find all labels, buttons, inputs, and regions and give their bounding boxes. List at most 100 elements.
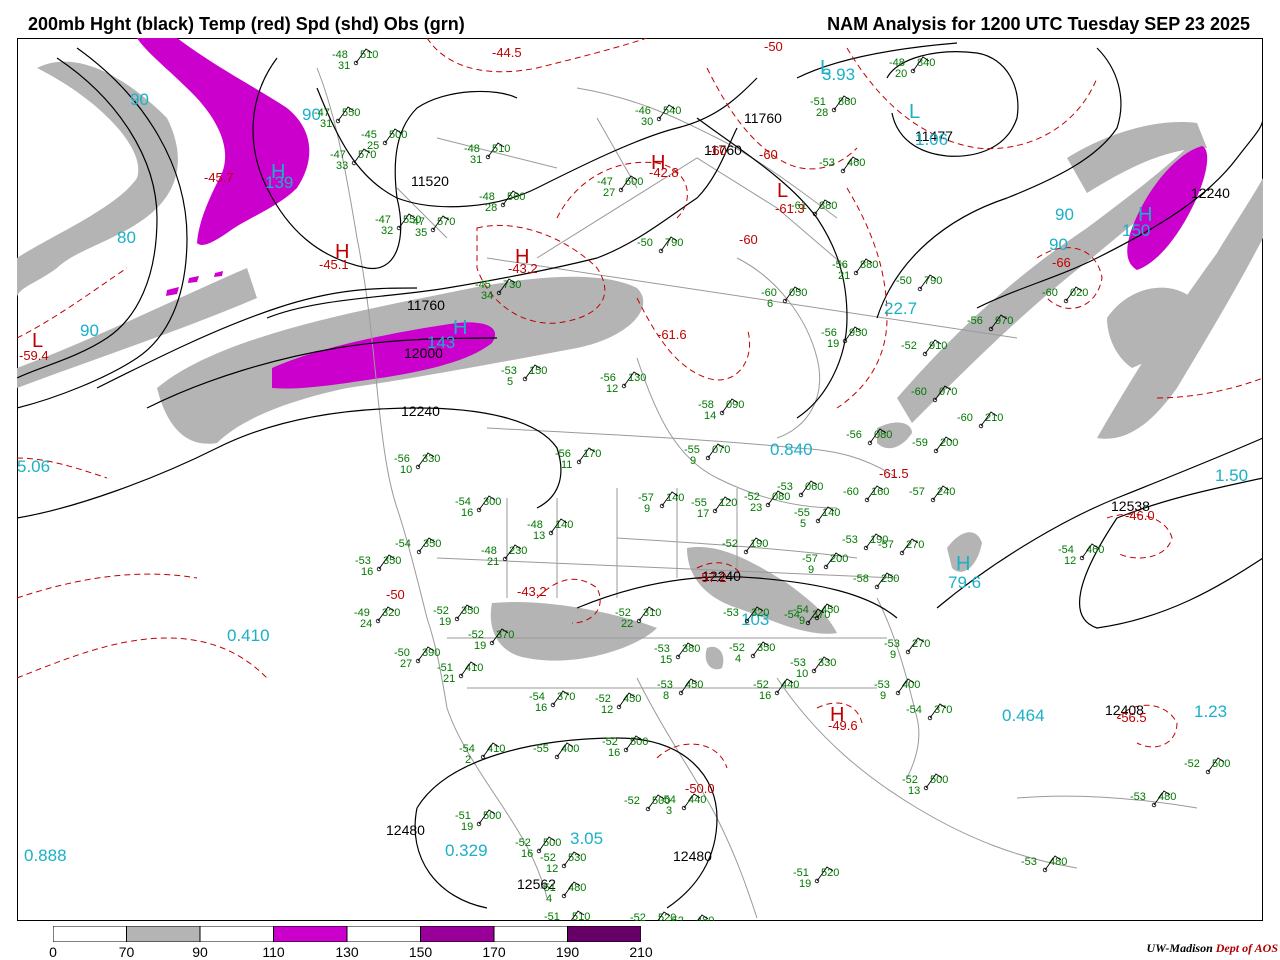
obs-temperature: -51: [544, 911, 560, 921]
obs-dewpoint: 16: [608, 747, 620, 759]
obs-dewpoint: 31: [320, 118, 332, 130]
obs-dewpoint: 2: [465, 754, 471, 766]
colorbar-tick-label: 190: [555, 944, 580, 960]
obs-dewpoint: 21: [443, 673, 455, 685]
temperature-contour-label: -46.0: [1125, 508, 1155, 523]
obs-dewpoint: 19: [439, 616, 451, 628]
obs-dewpoint: 9: [890, 649, 896, 661]
colorbar-segment: [346, 926, 421, 942]
obs-temperature: -53: [777, 481, 793, 493]
speed-label: 90: [1055, 205, 1074, 224]
obs-dewpoint: 4: [735, 653, 741, 665]
obs-temperature: -52: [1184, 758, 1200, 770]
temperature-contour-label: -44.5: [492, 45, 522, 60]
speed-label: 1.23: [1194, 702, 1227, 721]
height-contour-label: 11760: [744, 110, 782, 126]
obs-temperature: -57: [878, 539, 894, 551]
obs-dewpoint: 12: [601, 704, 613, 716]
weather-map: 1152011760117601176012000122401224012240…: [17, 38, 1263, 921]
pressure-center-h: H: [271, 161, 285, 183]
pressure-center-l: L: [820, 57, 831, 79]
obs-dewpoint: 19: [474, 640, 486, 652]
temperature-contour-label: -56.5: [1117, 710, 1147, 725]
obs-dewpoint: 19: [799, 878, 811, 890]
speed-label: 143: [427, 333, 455, 352]
obs-temperature: -52: [722, 538, 738, 550]
credit-org: UW-Madison: [1146, 941, 1213, 955]
obs-temperature: -60: [843, 486, 859, 498]
obs-dewpoint: 3: [666, 805, 672, 817]
obs-dewpoint: 16: [535, 702, 547, 714]
speed-label: 5.06: [17, 457, 50, 476]
temperature-contour-label: -50: [386, 587, 405, 602]
credit-line: UW-Madison Dept of AOS: [1147, 941, 1278, 956]
obs-dewpoint: 6: [767, 298, 773, 310]
speed-label: 0.888: [24, 846, 67, 865]
map-title-left: 200mb Hght (black) Temp (red) Spd (shd) …: [28, 14, 465, 34]
colorbar-segment: [420, 926, 495, 942]
obs-dewpoint: 5: [507, 376, 513, 388]
obs-temperature: -60: [911, 386, 927, 398]
pressure-center-h: H: [335, 241, 349, 263]
pressure-center-l: L: [32, 330, 43, 352]
obs-dewpoint: 28: [816, 107, 828, 119]
colorbar-tick-label: 70: [118, 944, 135, 960]
temperature-contour-label: -61.6: [657, 327, 687, 342]
colorbar-segment: [493, 926, 568, 942]
pressure-center-l: L: [777, 180, 788, 202]
height-contour-label: 11760: [407, 297, 445, 313]
height-contour-label: 12240: [401, 403, 440, 419]
obs-dewpoint: 19: [461, 821, 473, 833]
speed-label: 90: [130, 90, 149, 109]
obs-dewpoint: 9: [808, 564, 814, 576]
temperature-contour-label: -66: [1052, 255, 1071, 270]
credit-dept: Dept of AOS: [1215, 941, 1278, 955]
obs-dewpoint: 16: [759, 690, 771, 702]
obs-dewpoint: 27: [603, 187, 615, 199]
temperature-contour-label: -45.7: [204, 170, 234, 185]
colorbar-tick-label: 150: [408, 944, 433, 960]
speed-colorbar: [53, 926, 641, 942]
obs-dewpoint: 28: [485, 202, 497, 214]
obs-dewpoint: 35: [415, 227, 427, 239]
obs-temperature: -59: [912, 437, 928, 449]
colorbar-segment: [126, 926, 201, 942]
obs-dewpoint: 13: [908, 785, 920, 797]
obs-temperature: -55: [533, 743, 549, 755]
obs-dewpoint: 30: [641, 116, 653, 128]
obs-temperature: -54: [906, 704, 922, 716]
obs-dewpoint: 23: [750, 502, 762, 514]
obs-temperature: -52: [630, 912, 646, 921]
speed-label: 0.840: [770, 440, 813, 459]
colorbar-segment: [199, 926, 274, 942]
obs-dewpoint: 5: [800, 518, 806, 530]
obs-dewpoint: 31: [470, 154, 482, 166]
obs-dewpoint: 11: [561, 459, 572, 471]
obs-temperature: -56: [846, 429, 862, 441]
speed-label: 22.7: [884, 299, 917, 318]
obs-dewpoint: 27: [400, 658, 412, 670]
obs-dewpoint: 10: [400, 464, 412, 476]
obs-dewpoint: 14: [704, 410, 716, 422]
obs-dewpoint: 31: [338, 60, 350, 72]
obs-dewpoint: 21: [838, 270, 850, 282]
pressure-center-h: H: [830, 704, 844, 726]
pressure-center-h: H: [1138, 204, 1152, 226]
obs-dewpoint: 21: [487, 556, 499, 568]
pressure-center-l: L: [909, 101, 920, 123]
obs-dewpoint: 34: [481, 290, 493, 302]
pressure-center-h: H: [453, 317, 467, 339]
temperature-contour-label: -43.2: [517, 584, 547, 599]
height-contour-label: 12480: [386, 822, 425, 838]
obs-dewpoint: 4: [546, 893, 552, 905]
obs-temperature: -53: [723, 607, 739, 619]
obs-temperature: -52: [668, 915, 684, 921]
speed-label: 1.06: [915, 130, 948, 149]
colorbar-tick-label: 110: [262, 944, 285, 960]
height-contour-label: 12240: [1191, 185, 1230, 201]
colorbar-segment: [53, 926, 127, 942]
colorbar-tick-label: 170: [482, 944, 506, 960]
obs-dewpoint: 9: [880, 690, 886, 702]
pressure-center-h: H: [515, 246, 529, 268]
speed-label: 90: [1049, 235, 1068, 254]
